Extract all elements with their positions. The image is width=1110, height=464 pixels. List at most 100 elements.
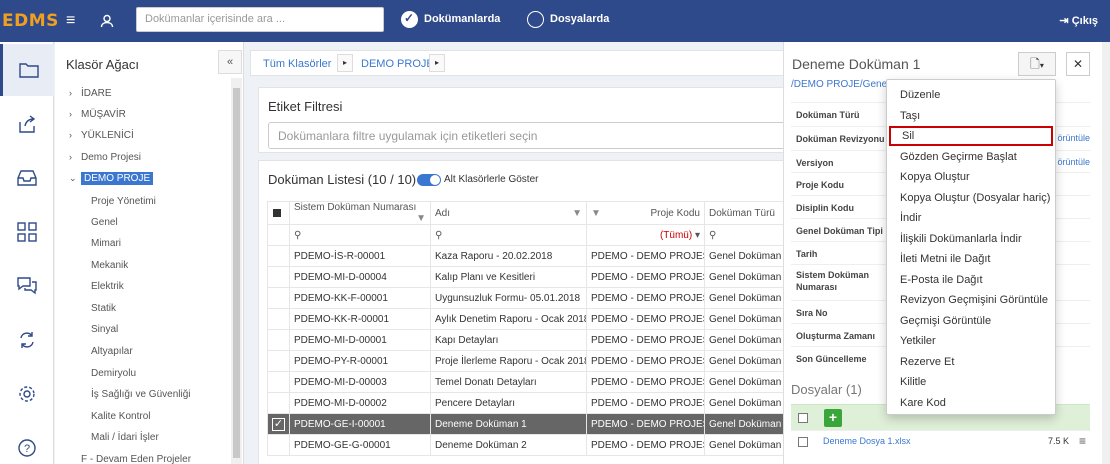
share-icon[interactable] [0,98,54,150]
row-select-cell[interactable] [267,392,290,414]
detail-path[interactable]: /DEMO PROJE/Genel [791,79,889,90]
scope-documents-label[interactable]: Dokümanlarda [424,13,500,25]
scope-folders-radio[interactable] [527,11,544,28]
row-select-cell[interactable] [267,287,290,309]
chevron-right-icon[interactable]: › [69,109,77,119]
menu-item[interactable]: İndir [887,208,1055,228]
table-row[interactable]: PDEMO-PY-R-00001 Proje İlerleme Raporu - … [267,350,798,372]
collapse-tree-button[interactable]: « [218,50,242,74]
version-view-link[interactable]: örüntüle [1057,157,1090,167]
tree-item[interactable]: Demiryolu [91,368,136,379]
table-row[interactable]: PDEMO-İS-R-00001 Kaza Raporu - 20.02.2018… [267,245,798,267]
tree-item[interactable]: Kalite Kontrol [91,411,150,422]
tree-item[interactable]: › YÜKLENİCİ [69,130,134,141]
menu-item[interactable]: Kopya Oluştur (Dosyalar hariç) [887,188,1055,208]
menu-item[interactable]: Geçmişi Görüntüle [887,311,1055,331]
file-row[interactable]: Deneme Dosya 1.xlsx 7.5 K ≡ [791,430,1090,452]
column-header-name[interactable]: Adı ▼ [430,201,587,225]
table-row[interactable]: PDEMO-KK-R-00001 Aylık Denetim Raporu - O… [267,308,798,330]
filter-icon[interactable]: ▼ [591,208,601,219]
menu-item[interactable]: Taşı [887,106,1055,126]
tree-item[interactable]: Mimari [91,238,121,249]
menu-item[interactable]: İlişkili Dokümanlarla İndir [887,229,1055,249]
row-select-cell[interactable] [267,266,290,288]
select-all-checkbox[interactable] [273,208,281,217]
revision-view-link[interactable]: örüntüle [1057,133,1090,143]
row-select-cell[interactable] [267,245,290,267]
row-select-cell[interactable] [267,308,290,330]
menu-item[interactable]: Kilitle [887,372,1055,392]
menu-item[interactable]: Gözden Geçirme Başlat [887,147,1055,167]
menu-item[interactable]: E-Posta ile Dağıt [887,270,1055,290]
breadcrumb-caret-icon[interactable]: ▸ [337,54,353,72]
menu-item[interactable]: Kopya Oluştur [887,167,1055,187]
settings-icon[interactable] [0,368,54,420]
close-button[interactable]: ✕ [1066,52,1090,76]
tag-filter-input[interactable]: Dokümanlara filtre uygulamak için etiket… [268,122,798,149]
breadcrumb-caret-icon[interactable]: ▸ [429,54,445,72]
menu-item[interactable]: Revizyon Geçmişini Görüntüle [887,290,1055,310]
table-row[interactable]: PDEMO-MI-D-00003 Temel Donatı Detayları PD… [267,371,798,393]
menu-item[interactable]: Kare Kod [887,393,1055,413]
menu-item[interactable]: Düzenle [887,85,1055,105]
project-filter-select[interactable]: (Tümü) ▾ [586,224,705,246]
row-select-cell[interactable] [267,329,290,351]
tree-item[interactable]: F - Devam Eden Projeler [69,454,191,464]
chat-icon[interactable] [0,260,54,312]
files-select-all-checkbox[interactable] [798,413,808,423]
breadcrumb-root[interactable]: Tüm Klasörler [263,58,331,70]
row-select-cell[interactable]: ✓ [267,413,290,435]
row-select-cell[interactable] [267,350,290,372]
user-icon[interactable] [100,0,114,42]
tree-item[interactable]: Sinyal [91,324,118,335]
menu-item[interactable]: Rezerve Et [887,352,1055,372]
exit-button[interactable]: ⇥ Çıkış [1059,14,1098,27]
help-icon[interactable]: ? [0,422,54,464]
tree-item[interactable]: Elektrik [91,281,124,292]
column-header-project[interactable]: ▼ Proje Kodu [586,201,705,225]
column-header-number[interactable]: Sistem Doküman Numarası ▼ [289,201,431,225]
tree-item[interactable]: Statik [91,303,116,314]
scope-documents-radio[interactable] [401,11,418,28]
tree-item[interactable]: İş Sağlığı ve Güvenliği [91,389,191,400]
inbox-icon[interactable] [0,152,54,204]
tree-item[interactable]: › MÜŞAVİR [69,109,126,120]
row-select-cell[interactable] [267,371,290,393]
tree-item[interactable]: Mali / İdari İşler [91,432,159,443]
tree-item[interactable]: Mekanik [91,260,128,271]
breadcrumb-current[interactable]: DEMO PROJE [361,58,434,70]
filter-icon[interactable]: ▼ [416,213,426,224]
filter-icon[interactable]: ▼ [572,208,582,219]
search-icon[interactable]: ⚲ [430,224,587,246]
menu-item[interactable]: Sil [889,126,1053,146]
file-link[interactable]: Deneme Dosya 1.xlsx [823,436,911,446]
table-row[interactable]: PDEMO-KK-F-00001 Uygunsuzluk Formu- 05.01… [267,287,798,309]
table-row[interactable]: PDEMO-MI-D-00004 Kalıp Planı ve Kesitleri… [267,266,798,288]
tree-item[interactable]: › Demo Projesi [69,152,141,163]
menu-item[interactable]: İleti Metni ile Dağıt [887,249,1055,269]
drag-handle-icon[interactable]: ≡ [1079,434,1086,448]
table-row[interactable]: PDEMO-MI-D-00002 Pencere Detayları PDEMO -… [267,392,798,414]
menu-icon[interactable]: ≡ [66,0,75,42]
chevron-right-icon[interactable]: › [69,88,77,98]
add-file-button[interactable]: + [824,409,842,427]
tree-item[interactable]: Altyapılar [91,346,133,357]
actions-dropdown-button[interactable]: 🗋▾ [1018,52,1056,76]
select-all-cell[interactable] [267,201,290,225]
chevron-down-icon[interactable]: ⌄ [69,173,77,184]
scope-folders-label[interactable]: Dosyalarda [550,13,609,25]
tree-item[interactable]: Genel [91,217,118,228]
sync-icon[interactable] [0,314,54,366]
tree-item[interactable]: Proje Yönetimi [91,196,156,207]
row-checkbox[interactable]: ✓ [272,417,285,431]
detail-scrollbar[interactable] [1102,42,1110,464]
search-input[interactable]: Dokümanlar içerisinde ara ... [136,7,384,32]
table-row[interactable]: PDEMO-GE-G-00001 Deneme Doküman 2 PDEMO - … [267,434,798,456]
grid-icon[interactable] [0,206,54,258]
chevron-right-icon[interactable]: › [69,130,77,140]
folder-icon[interactable] [0,44,54,96]
tree-item[interactable]: › İDARE [69,88,112,99]
subfolders-toggle[interactable] [417,174,441,186]
menu-item[interactable]: Yetkiler [887,331,1055,351]
tree-item[interactable]: ⌄ DEMO PROJE [69,172,154,185]
